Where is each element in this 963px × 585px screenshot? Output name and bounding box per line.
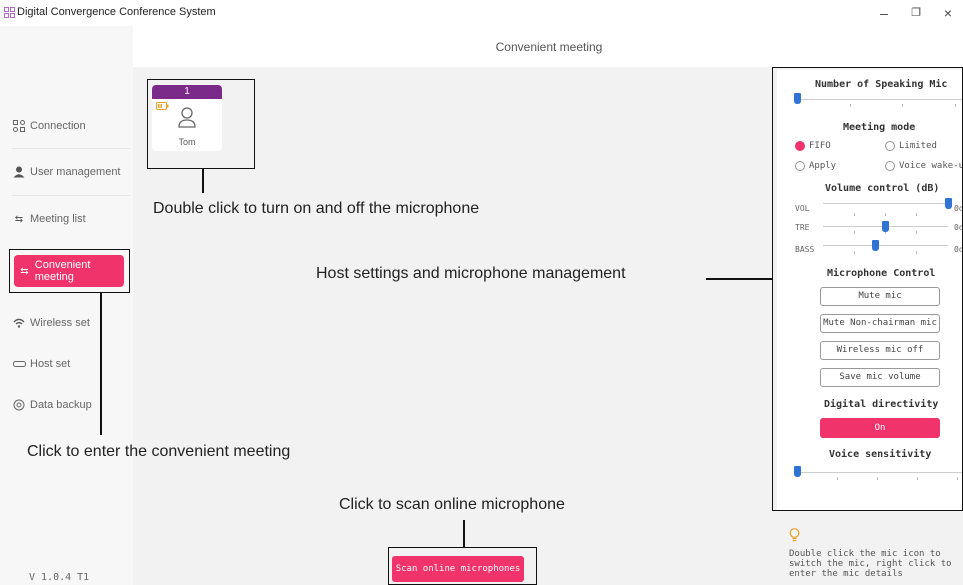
app-logo-icon xyxy=(4,7,15,18)
sidebar-item-label: Wireless set xyxy=(30,317,90,329)
sidebar-item-label: Host set xyxy=(30,358,71,370)
sidebar-item-connection[interactable]: Connection xyxy=(12,108,124,144)
window-title: Digital Convergence Conference System xyxy=(17,6,216,18)
callout-line xyxy=(463,520,465,547)
page-title: Convenient meeting xyxy=(495,40,603,54)
sidebar-item-wireless-set[interactable]: Wireless set xyxy=(12,305,124,341)
tip-text: Double click the mic icon to switch the … xyxy=(789,549,952,579)
annotation-mic-toggle: Double click to turn on and off the micr… xyxy=(153,200,480,217)
arrows-icon: ⇆ xyxy=(14,213,24,225)
nav-highlight xyxy=(9,249,130,293)
lightbulb-icon xyxy=(789,528,800,542)
sidebar-item-meeting-list[interactable]: ⇆ Meeting list xyxy=(12,201,124,237)
sidebar-item-label: Meeting list xyxy=(30,213,86,225)
sidebar-item-label: Data backup xyxy=(30,399,92,411)
title-bar: Digital Convergence Conference System – … xyxy=(0,0,963,26)
sidebar-item-host-set[interactable]: Host set xyxy=(12,346,124,382)
callout-line xyxy=(100,293,102,435)
annotation-host-settings: Host settings and microphone management xyxy=(316,265,626,282)
callout-line xyxy=(202,169,204,193)
sidebar-item-user-management[interactable]: User management xyxy=(12,154,124,190)
restore-button[interactable]: ❐ xyxy=(906,4,926,22)
backup-icon xyxy=(12,398,26,412)
user-icon xyxy=(12,165,26,179)
annotation-scan: Click to scan online microphone xyxy=(339,496,565,513)
host-icon xyxy=(12,357,26,371)
connection-icon xyxy=(12,119,26,133)
version-label: V 1.0.4 T1 xyxy=(29,572,90,583)
sidebar-item-label: User management xyxy=(30,166,121,178)
mic-card-highlight xyxy=(147,79,255,169)
sidebar-item-label: Connection xyxy=(30,120,86,132)
callout-line xyxy=(706,278,772,280)
divider xyxy=(12,195,130,196)
scan-highlight xyxy=(388,547,537,585)
sidebar-item-data-backup[interactable]: Data backup xyxy=(12,387,124,423)
annotation-enter-meeting: Click to enter the convenient meeting xyxy=(27,443,291,460)
close-button[interactable]: × xyxy=(938,4,958,22)
divider xyxy=(12,148,130,149)
wifi-icon xyxy=(12,316,26,330)
minimize-button[interactable]: – xyxy=(874,4,894,22)
panel-highlight xyxy=(772,67,963,511)
